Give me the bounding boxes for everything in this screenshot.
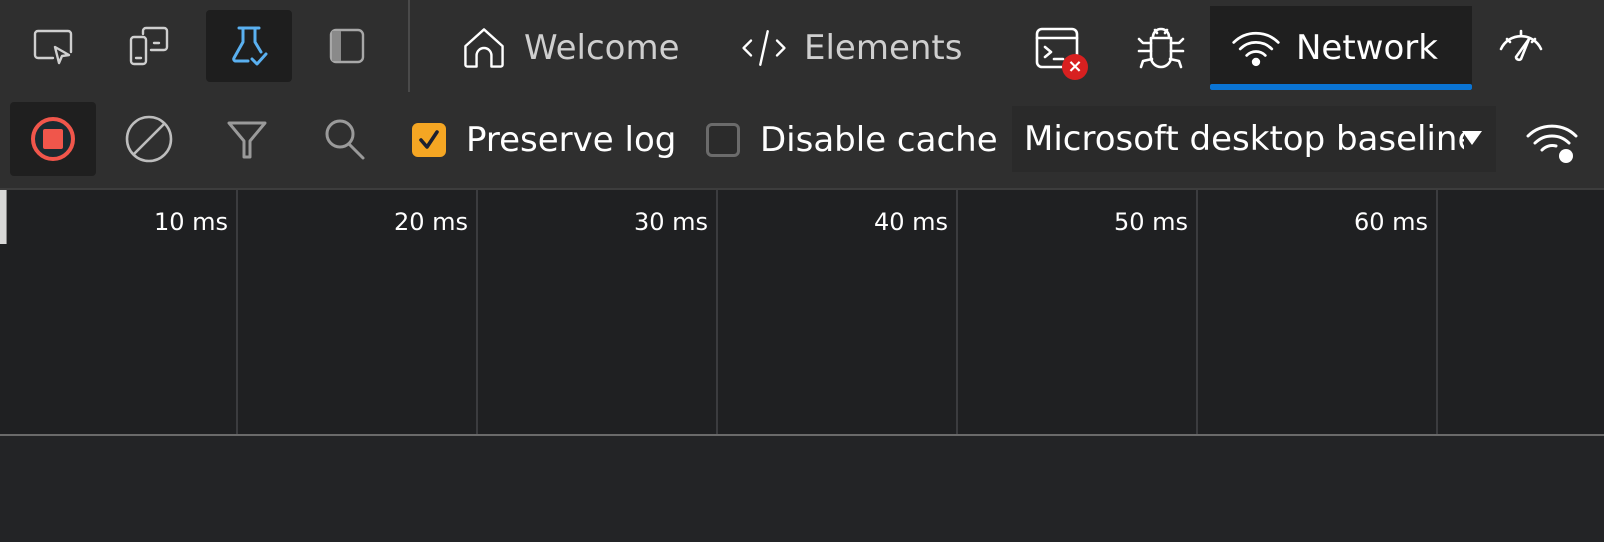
stop-recording-icon xyxy=(31,117,75,161)
tick-label: 30 ms xyxy=(633,208,708,236)
tick-label: 20 ms xyxy=(393,208,468,236)
tick-gridline xyxy=(236,190,238,434)
tab-label: Welcome xyxy=(524,28,680,68)
tick-label: 40 ms xyxy=(873,208,948,236)
tick-label: 10 ms xyxy=(153,208,228,236)
filter-icon xyxy=(227,121,267,159)
experiments-flask-icon xyxy=(232,26,268,66)
code-icon xyxy=(742,30,786,66)
active-tab-indicator xyxy=(1210,84,1472,90)
tab-network[interactable]: Network xyxy=(1210,6,1472,90)
tick-gridline xyxy=(956,190,958,434)
dock-side-icon xyxy=(329,28,365,64)
checkbox-checked[interactable] xyxy=(412,123,446,157)
network-conditions-button[interactable] xyxy=(1524,114,1584,174)
tab-sources[interactable] xyxy=(1126,14,1196,84)
request-list-area xyxy=(0,436,1604,542)
network-conditions-icon xyxy=(1526,124,1578,163)
toolbar-divider xyxy=(408,0,410,92)
device-emulation-icon xyxy=(129,26,169,66)
tab-performance[interactable] xyxy=(1486,14,1556,84)
disable-cache-checkbox[interactable]: Disable cache xyxy=(706,120,998,160)
experiments-button[interactable] xyxy=(206,10,292,82)
tick-label: 50 ms xyxy=(1113,208,1188,236)
clear-icon xyxy=(125,115,173,163)
preserve-log-label: Preserve log xyxy=(466,120,677,160)
tick-label: 60 ms xyxy=(1353,208,1428,236)
search-icon xyxy=(325,119,365,160)
search-button[interactable] xyxy=(302,102,388,176)
tab-label: Elements xyxy=(804,28,963,68)
tick-gridline xyxy=(1196,190,1198,434)
caret-down-icon xyxy=(1462,131,1482,145)
performance-gauge-icon xyxy=(1499,29,1543,62)
tab-console[interactable]: × xyxy=(1022,14,1092,84)
tick-gridline xyxy=(1436,190,1438,434)
clear-button[interactable] xyxy=(106,102,192,176)
inspect-element-button[interactable] xyxy=(10,10,96,82)
tab-elements[interactable]: Elements xyxy=(728,6,972,90)
tab-label: Network xyxy=(1296,28,1438,68)
network-toolbar: Preserve log Disable cache Microsoft des… xyxy=(0,92,1604,190)
tab-welcome[interactable]: Welcome xyxy=(448,6,690,90)
error-badge-icon: × xyxy=(1062,54,1088,80)
device-emulation-button[interactable] xyxy=(106,10,192,82)
throttling-selected-value: Microsoft desktop baseline xyxy=(1024,119,1464,159)
throttling-select[interactable]: Microsoft desktop baseline xyxy=(1012,106,1496,172)
network-overview-timeline[interactable]: 10 ms 20 ms 30 ms 40 ms 50 ms 60 ms xyxy=(0,190,1604,436)
home-icon xyxy=(464,28,504,68)
checkbox-unchecked[interactable] xyxy=(706,123,740,157)
checkmark-icon xyxy=(419,130,439,149)
preserve-log-checkbox[interactable]: Preserve log xyxy=(412,120,676,160)
disable-cache-label: Disable cache xyxy=(760,120,998,160)
tick-gridline xyxy=(476,190,478,434)
dock-side-button[interactable] xyxy=(304,10,390,82)
tick-gridline xyxy=(716,190,718,434)
record-button[interactable] xyxy=(10,102,96,176)
timeline-left-handle[interactable] xyxy=(0,190,7,244)
devtools-tab-bar: Welcome Elements × Network xyxy=(0,0,1604,92)
filter-button[interactable] xyxy=(204,102,290,176)
wifi-icon xyxy=(1232,31,1280,67)
bug-icon xyxy=(1137,27,1185,69)
inspect-element-icon xyxy=(33,29,73,65)
